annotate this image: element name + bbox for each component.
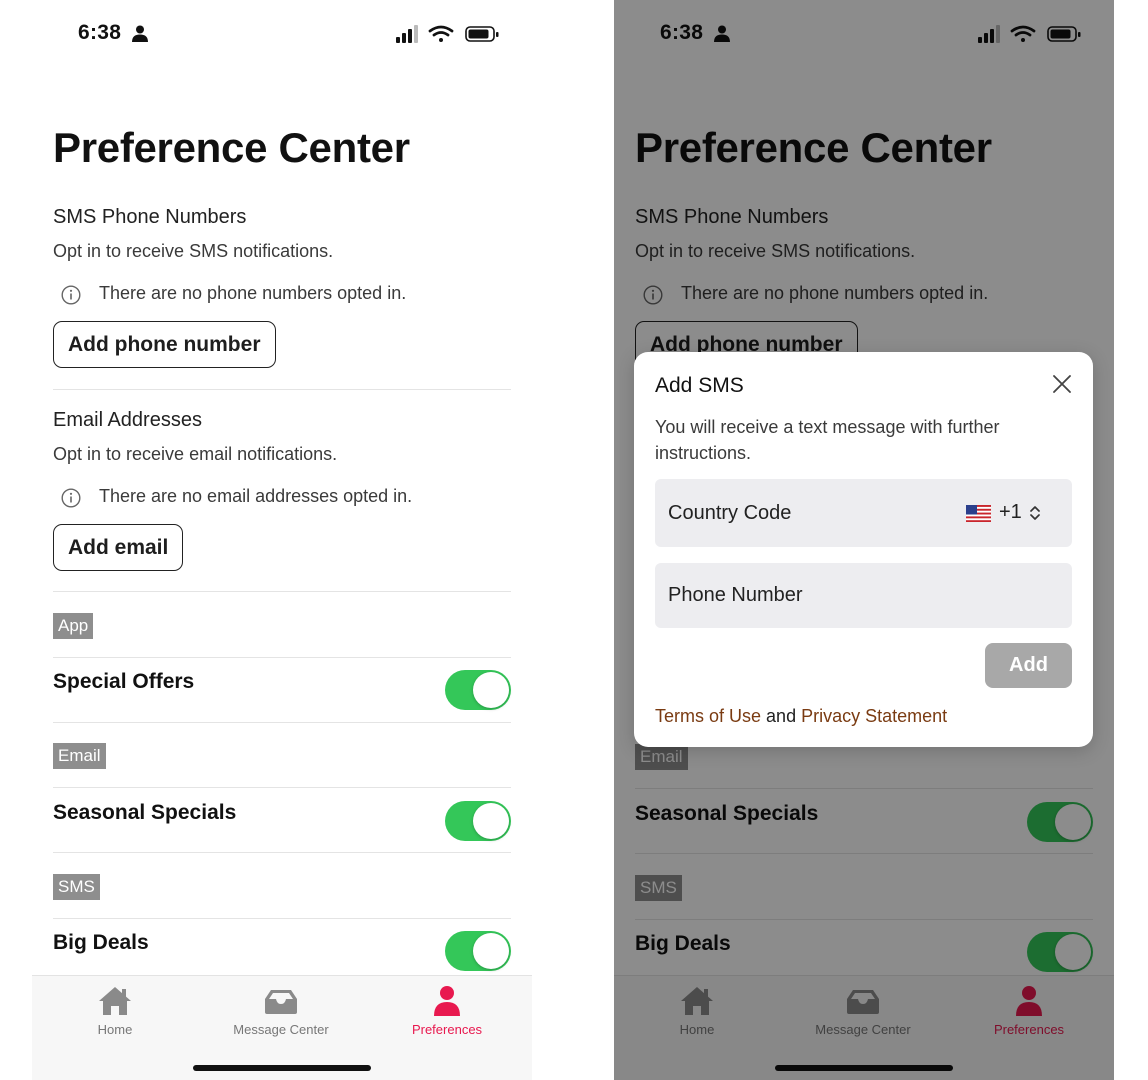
privacy-statement-link[interactable]: Privacy Statement [801, 706, 947, 726]
category-badge-sms: SMS [53, 874, 100, 900]
tab-message-center[interactable]: Message Center [198, 976, 364, 1046]
house-icon [99, 987, 131, 1015]
sms-empty-notice: There are no phone numbers opted in. [61, 283, 491, 305]
tab-bar: Home Message Center Preferences [32, 975, 532, 1080]
email-section-title: Email Addresses [53, 409, 202, 431]
tab-message-center-label: Message Center [233, 1022, 329, 1037]
sms-section-title: SMS Phone Numbers [53, 206, 247, 228]
sms-section-subtitle: Opt in to receive SMS notifications. [53, 241, 334, 261]
tab-home-label: Home [97, 1022, 133, 1037]
terms-of-use-link[interactable]: Terms of Use [655, 706, 761, 726]
category-badge-app: App [53, 613, 94, 639]
country-code-value: +1 [966, 501, 1061, 525]
status-time: 6:38 [78, 21, 122, 44]
divider [53, 722, 511, 723]
divider [53, 852, 511, 853]
big-deals-toggle[interactable] [445, 931, 511, 971]
add-sms-dialog: Add SMS You will receive a text message … [634, 352, 1093, 747]
tab-preferences[interactable]: Preferences [364, 976, 530, 1046]
page-title: Preference Center [53, 124, 410, 171]
chevron-up-down-icon [1030, 506, 1040, 520]
country-code-label: Country Code [668, 502, 792, 524]
phone-screen-add-sms-modal: 6:38 Preference Center SMS Phone Numbers… [614, 0, 1114, 1080]
add-phone-number-button[interactable]: Add phone number [53, 321, 276, 368]
seasonal-specials-toggle[interactable] [445, 801, 511, 841]
email-empty-text: There are no email addresses opted in. [99, 486, 413, 506]
cellular-signal-icon [396, 25, 418, 43]
country-code-select[interactable]: Country Code +1 [655, 479, 1072, 547]
close-icon[interactable] [1052, 374, 1072, 394]
divider [53, 657, 511, 658]
toggle-knob [473, 803, 509, 839]
country-code-text: +1 [999, 501, 1022, 523]
battery-icon [465, 26, 499, 42]
legal-connector: and [766, 706, 797, 726]
phone-number-input[interactable] [655, 563, 1072, 628]
divider [53, 918, 511, 919]
seasonal-specials-label: Seasonal Specials [53, 801, 237, 824]
special-offers-toggle[interactable] [445, 670, 511, 710]
divider [53, 787, 511, 788]
sms-empty-text: There are no phone numbers opted in. [99, 283, 407, 303]
add-sms-dialog-title: Add SMS [655, 374, 744, 397]
divider [53, 591, 511, 592]
status-bar: 6:38 [32, 0, 532, 70]
info-icon [61, 488, 81, 508]
category-badge-email: Email [53, 743, 106, 769]
us-flag-icon [966, 505, 991, 522]
divider [53, 389, 511, 390]
special-offers-label: Special Offers [53, 670, 195, 693]
phone-screen-preference-center: 6:38 Preference Center SMS Phone Numbers… [32, 0, 532, 1080]
inbox-tray-icon [265, 990, 297, 1014]
status-indicators [396, 25, 499, 43]
tab-preferences-label: Preferences [411, 1022, 483, 1037]
tab-home[interactable]: Home [32, 976, 198, 1046]
person-status-icon [132, 25, 148, 42]
home-indicator [193, 1065, 371, 1071]
legal-links: Terms of Use and Privacy Statement [655, 706, 947, 727]
toggle-knob [473, 933, 509, 969]
toggle-knob [473, 672, 509, 708]
add-sms-dialog-description: You will receive a text message with fur… [655, 417, 1000, 463]
add-email-button[interactable]: Add email [53, 524, 184, 571]
big-deals-label: Big Deals [53, 931, 149, 954]
person-icon [434, 986, 460, 1016]
email-empty-notice: There are no email addresses opted in. [61, 486, 491, 508]
phone-number-field-wrapper [655, 563, 1072, 628]
add-sms-submit-button[interactable]: Add [985, 643, 1072, 688]
info-icon [61, 285, 81, 305]
wifi-icon [428, 25, 454, 42]
email-section-subtitle: Opt in to receive email notifications. [53, 444, 338, 464]
